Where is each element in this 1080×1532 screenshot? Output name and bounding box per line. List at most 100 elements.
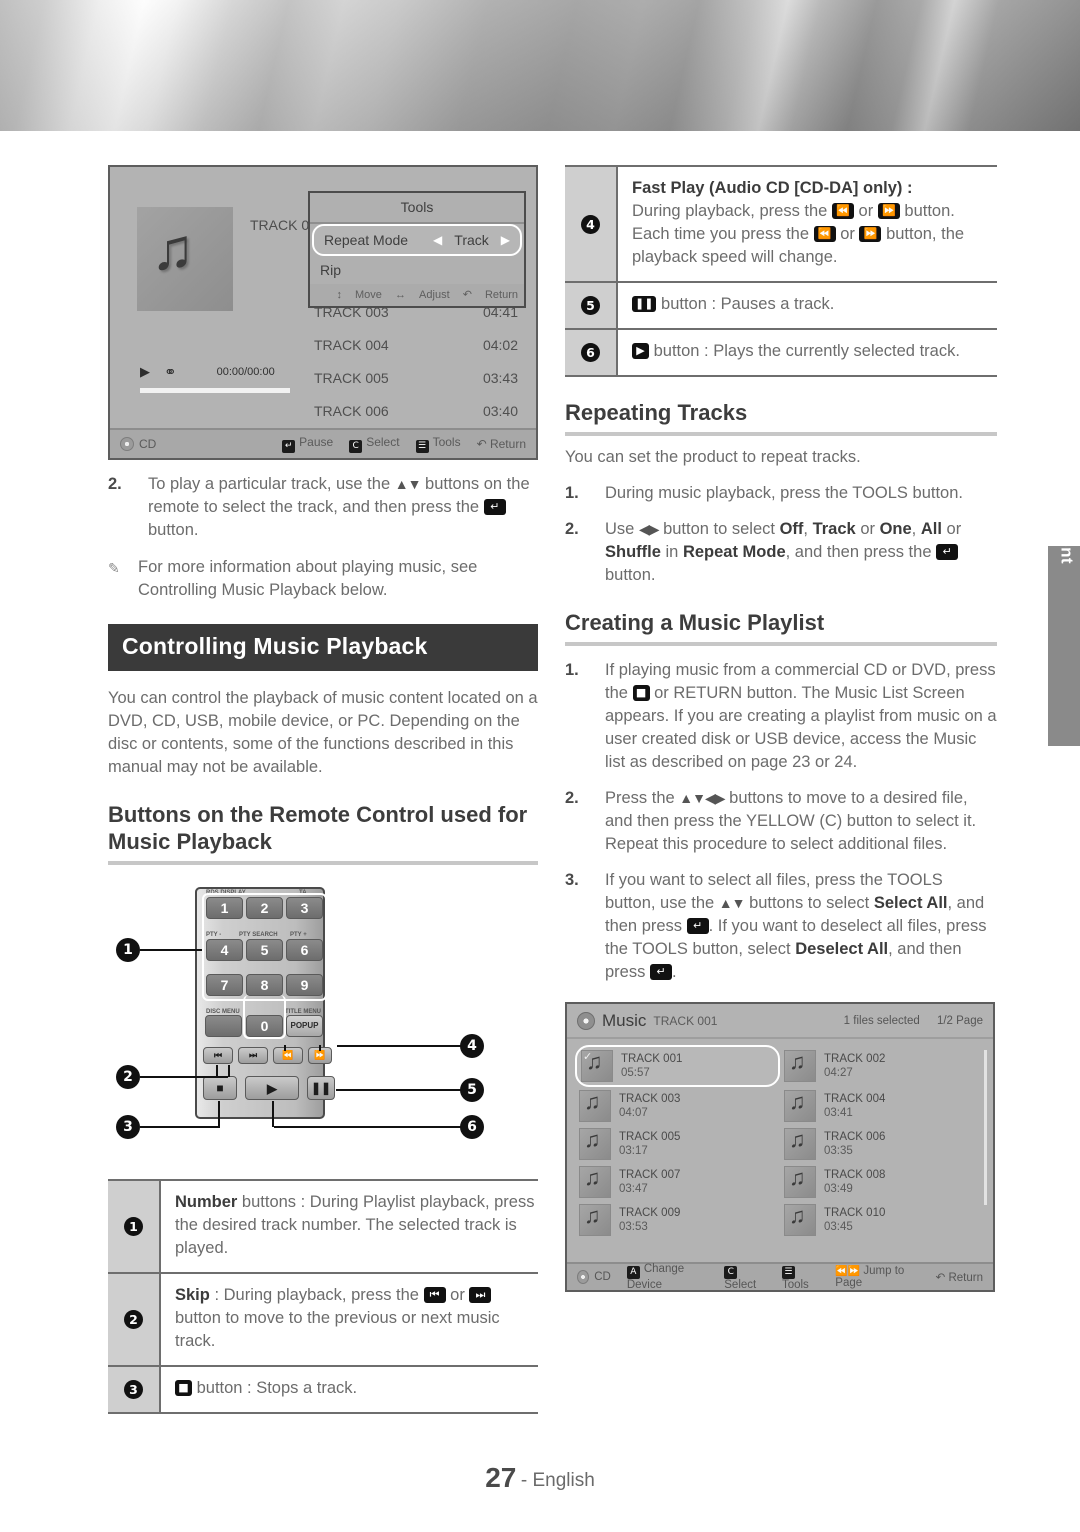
move-hint: ↕ Move <box>336 289 382 301</box>
list-item[interactable]: ♫ TRACK 006 03:35 <box>780 1125 985 1163</box>
list-item[interactable]: ♫ TRACK 010 03:45 <box>780 1201 985 1239</box>
list-item[interactable]: ✓ ♫ TRACK 001 05:57 <box>575 1045 780 1088</box>
check-icon: ✓ <box>583 1051 593 1064</box>
cd-icon <box>120 437 134 451</box>
track-time: 03:53 <box>619 1221 648 1234</box>
tools-repeat-mode-row[interactable]: Repeat Mode ◀ Track ▶ <box>312 224 522 256</box>
remote-pause-button[interactable]: ❚❚ <box>307 1076 335 1101</box>
remote-skip-back-button[interactable]: ⏮ <box>203 1047 233 1065</box>
step-2: 2. To play a particular track, use the ▲… <box>108 473 538 542</box>
music-note-icon: ♫ <box>151 217 195 282</box>
arrow-right-icon[interactable]: ▶ <box>501 233 510 247</box>
step-text: If you want to select all files, press t… <box>605 871 987 982</box>
tv-track-row[interactable]: TRACK 004 04:02 <box>310 328 522 361</box>
remote-rewind-button[interactable]: ⏪ <box>273 1047 303 1065</box>
pencil-icon: ✎ <box>108 560 120 577</box>
music-list-screenshot: Music TRACK 001 1 files selected 1/2 Pag… <box>565 1002 995 1293</box>
fast-play-title: Fast Play (Audio CD [CD-DA] only) : <box>632 179 913 197</box>
track-thumbnail: ♫ <box>784 1089 816 1123</box>
select-hint[interactable]: CSelect <box>724 1263 766 1291</box>
step-text: Use ◀▶ button to select Off, Track or On… <box>605 520 962 585</box>
remote-stop-button[interactable]: ■ <box>203 1076 237 1101</box>
remote-play-button[interactable]: ▶ <box>245 1076 299 1101</box>
table-row: 1 Number buttons : During Playlist playb… <box>108 1180 538 1274</box>
row-index: 2 <box>108 1273 161 1367</box>
list-item[interactable]: ♫ TRACK 002 04:27 <box>780 1045 985 1087</box>
remote-buttons-table-right: 4 Fast Play (Audio CD [CD-DA] only) : Du… <box>565 165 997 377</box>
pause-hint[interactable]: ↵ Pause <box>282 435 333 453</box>
list-item[interactable]: ♫ TRACK 009 03:53 <box>575 1201 780 1239</box>
heading-creating-music-playlist: Creating a Music Playlist <box>565 610 825 636</box>
time-display: 00:00/00:00 <box>216 366 275 378</box>
scrollbar[interactable] <box>984 1050 987 1206</box>
remote-skip-forward-button[interactable]: ⏭ <box>238 1047 268 1065</box>
track-name: TRACK 001 <box>621 1053 683 1066</box>
row-description: Number buttons : During Playlist playbac… <box>175 1193 535 1258</box>
row-description: ■ button : Stops a track. <box>160 1366 538 1415</box>
arrow-left-icon[interactable]: ◀ <box>433 233 442 247</box>
return-hint[interactable]: ↶ Return <box>936 1270 983 1284</box>
music-note-icon: ♫ <box>584 1165 601 1191</box>
zerokey-highlight <box>243 995 286 1040</box>
skip-forward-key-icon: ⏭ <box>469 1286 492 1303</box>
tools-hint[interactable]: ☰Tools <box>781 1263 819 1291</box>
callout-2: 2 <box>116 1065 140 1090</box>
row-description: Fast Play (Audio CD [CD-DA] only) : Duri… <box>617 166 997 282</box>
leader-line <box>140 1076 228 1079</box>
list-item[interactable]: ♫ TRACK 003 04:07 <box>575 1087 780 1125</box>
select-hint[interactable]: CSelect <box>349 435 400 453</box>
tv-track-list: TRACK 003 04:41 TRACK 004 04:02 TRACK 00… <box>310 295 522 427</box>
step-number: 2. <box>565 789 579 808</box>
repeating-step-1: 1. During music playback, press the TOOL… <box>565 482 997 505</box>
step-number: 1. <box>565 484 579 502</box>
tools-hint[interactable]: ☰Tools <box>415 435 461 453</box>
leader-line <box>140 1126 220 1129</box>
jump-to-page-hint[interactable]: ⏪⏩ Jump to Page <box>835 1265 919 1289</box>
page-number: 27 <box>485 1462 517 1493</box>
tv-track-row[interactable]: TRACK 005 03:43 <box>310 361 522 394</box>
music-player-screenshot: ♫ TRACK 001 Tools Repeat Mode ◀ Track ▶ … <box>108 165 538 460</box>
divider <box>108 861 538 866</box>
progress-bar[interactable] <box>140 388 290 393</box>
album-art: ♫ <box>137 207 233 311</box>
music-list-footer: CD A Change Device CSelect ☰Tools ⏪⏩ Jump… <box>567 1262 993 1291</box>
row-index: 4 <box>565 166 618 282</box>
track-name: TRACK 003 <box>619 1093 681 1106</box>
music-list-grid: ✓ ♫ TRACK 001 05:57 ♫ TRACK 002 04:27 ♫ <box>567 1039 993 1239</box>
music-disc-icon <box>577 1012 595 1031</box>
music-list-status: 1 files selected 1/2 Page <box>830 1015 983 1027</box>
list-item[interactable]: ♫ TRACK 004 03:41 <box>780 1087 985 1125</box>
step-number: 3. <box>565 871 579 890</box>
step-number: 2. <box>565 520 579 538</box>
music-list-current-track: TRACK 001 <box>653 1014 718 1029</box>
change-device-hint[interactable]: A Change Device <box>626 1263 708 1291</box>
tools-rip-row[interactable]: Rip <box>310 256 524 284</box>
row-description: ▶ button : Plays the currently selected … <box>617 329 997 377</box>
callout-6: 6 <box>460 1115 484 1140</box>
stop-key-icon: ■ <box>632 684 650 701</box>
remote-popup-button[interactable]: POPUP <box>286 1015 323 1038</box>
play-icon: ▶ <box>140 364 150 379</box>
tv-track-row[interactable]: TRACK 006 03:40 <box>310 394 522 427</box>
table-row: 6 ▶ button : Plays the currently selecte… <box>565 329 997 377</box>
left-column: ♫ TRACK 001 Tools Repeat Mode ◀ Track ▶ … <box>108 165 538 1415</box>
leader-line <box>218 1101 220 1128</box>
track-time: 03:47 <box>619 1183 648 1196</box>
music-note-icon: ♫ <box>584 1203 601 1229</box>
intro-paragraph: You can control the playback of music co… <box>108 689 538 777</box>
list-item[interactable]: ♫ TRACK 005 03:17 <box>575 1125 780 1163</box>
list-item[interactable]: ♫ TRACK 008 03:49 <box>780 1163 985 1201</box>
numberpad-highlight <box>202 893 327 1002</box>
fastforward-key-icon: ⏩ <box>859 225 882 242</box>
row-description: Skip : During playback, press the ⏮ or ⏭… <box>175 1286 500 1351</box>
enter-key-icon: ↵ <box>649 964 672 981</box>
enter-key-icon: ↵ <box>686 918 709 935</box>
side-tab-playing-content: Playing Content <box>1048 429 1080 746</box>
track-time: 04:27 <box>824 1067 853 1080</box>
return-hint[interactable]: ↶ Return <box>477 437 526 451</box>
list-item[interactable]: ♫ TRACK 007 03:47 <box>575 1163 780 1201</box>
step-text: Press the ▲▼◀▶ buttons to move to a desi… <box>605 789 977 854</box>
source-label: CD <box>139 437 157 451</box>
heading-repeating-tracks: Repeating Tracks <box>565 400 748 425</box>
remote-disc-menu-button[interactable] <box>205 1015 242 1038</box>
